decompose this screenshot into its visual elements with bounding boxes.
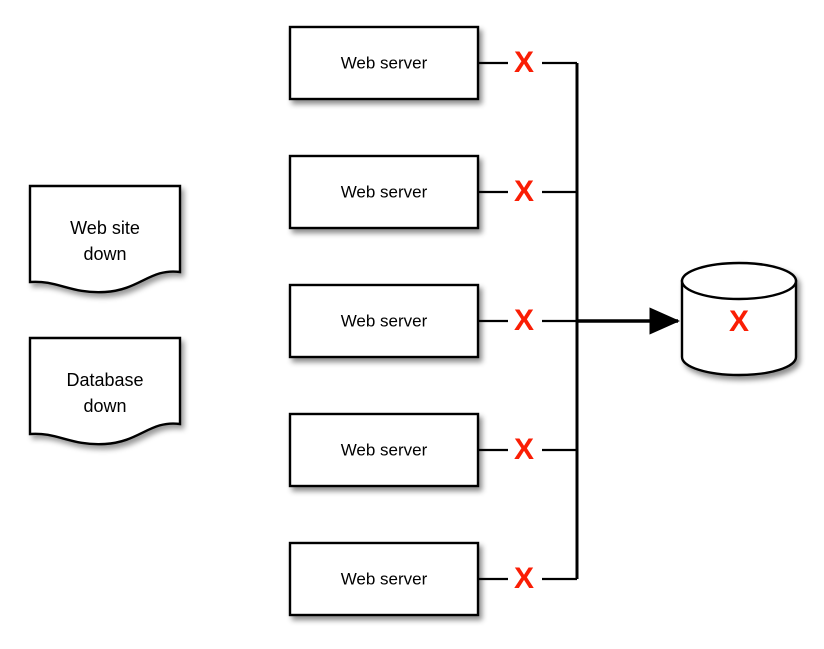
note-database-down-line2: down (83, 396, 126, 416)
web-server-4-failure-x-icon: X (514, 433, 534, 466)
note-database-down-line1: Database (66, 370, 143, 390)
web-server-5-label: Web server (341, 569, 428, 588)
web-server-3-failure-x-icon: X (514, 304, 534, 337)
database-failure-x-icon: X (729, 305, 749, 338)
note-database-down: Database down (28, 336, 182, 446)
diagram-canvas: Web site down Database down Web server X… (28, 25, 798, 617)
web-server-1-label: Web server (341, 53, 428, 72)
note-web-site-down-line2: down (83, 244, 126, 264)
web-server-2-label: Web server (341, 182, 428, 201)
web-server-2-failure-x-icon: X (514, 175, 534, 208)
database-cylinder-top (680, 261, 798, 301)
database-cylinder[interactable]: X (680, 261, 798, 377)
diagram-root: Web site down Database down Web server X… (0, 0, 824, 649)
note-web-site-down-line1: Web site (70, 218, 140, 238)
web-server-1-failure-x-icon: X (514, 46, 534, 79)
note-web-site-down: Web site down (28, 184, 182, 294)
web-server-1[interactable]: Web server X (288, 25, 577, 101)
web-server-5-failure-x-icon: X (514, 562, 534, 595)
note-database-down-shape (28, 336, 182, 446)
web-server-2[interactable]: Web server X (288, 154, 577, 230)
web-server-5[interactable]: Web server X (288, 541, 577, 617)
note-web-site-down-shape (28, 184, 182, 294)
web-server-4[interactable]: Web server X (288, 412, 577, 488)
web-server-3-label: Web server (341, 311, 428, 330)
web-server-3[interactable]: Web server X (288, 283, 577, 359)
web-server-4-label: Web server (341, 440, 428, 459)
